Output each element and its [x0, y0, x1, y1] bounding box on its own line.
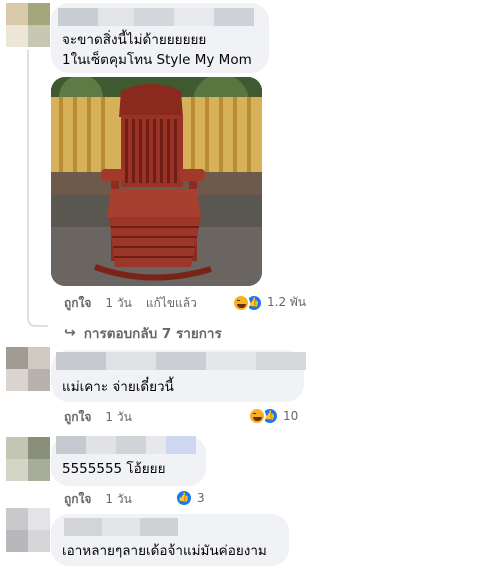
reply-arrow-icon: ↪	[64, 325, 76, 341]
commenter-name-redacted[interactable]	[56, 436, 196, 454]
comment-text: แม่เคาะ จ่ายเดี๋ยวนี้	[62, 379, 174, 395]
comment-timestamp[interactable]: 1 วัน	[105, 408, 131, 427]
comment-actions: ถูกใจ 1 วัน แก้ไขแล้ว	[64, 294, 211, 313]
comment-timestamp[interactable]: 1 วัน	[105, 490, 131, 509]
haha-reaction-icon	[232, 293, 250, 312]
comment-text: 1ในเซ็ตคุมโทน Style My Mom	[62, 52, 252, 68]
comment-text: 5555555 โอ้ยยย	[62, 461, 166, 477]
reaction-count: 10	[283, 409, 299, 423]
like-button[interactable]: ถูกใจ	[64, 490, 91, 509]
comment-actions: ถูกใจ 1 วัน	[64, 408, 146, 427]
comment-text: เอาหลายๆลายเด้อจ้าแม่มันค่อยงาม	[62, 543, 267, 559]
comment-timestamp[interactable]: 1 วัน	[105, 294, 131, 313]
commenter-name-redacted[interactable]	[56, 352, 306, 370]
reaction-summary[interactable]: 👍 10	[248, 407, 298, 425]
avatar[interactable]	[6, 3, 50, 47]
comment-actions: ถูกใจ 1 วัน	[64, 490, 146, 509]
comment-photo-rocking-chair[interactable]	[51, 77, 262, 286]
like-reaction-icon: 👍	[175, 489, 193, 507]
like-button[interactable]: ถูกใจ	[64, 294, 91, 313]
avatar[interactable]	[6, 347, 50, 391]
reaction-count: 3	[197, 491, 205, 505]
replies-label: การตอบกลับ 7 รายการ	[83, 326, 222, 342]
reaction-summary[interactable]: 👍 1.2 พัน	[232, 293, 306, 312]
comment-text: จะขาดสิ่งนี้ไม่ด้ายยยยยย	[62, 32, 207, 48]
avatar[interactable]	[6, 508, 50, 552]
haha-reaction-icon	[248, 407, 266, 425]
reaction-summary[interactable]: 👍 3	[175, 489, 205, 507]
like-button[interactable]: ถูกใจ	[64, 408, 91, 427]
commenter-name-redacted[interactable]	[58, 8, 254, 26]
edited-label: แก้ไขแล้ว	[145, 296, 197, 310]
view-replies-link[interactable]: ↪ การตอบกลับ 7 รายการ	[64, 322, 222, 344]
commenter-name-redacted[interactable]	[64, 518, 178, 536]
reaction-count: 1.2 พัน	[267, 295, 307, 309]
avatar[interactable]	[6, 437, 50, 481]
